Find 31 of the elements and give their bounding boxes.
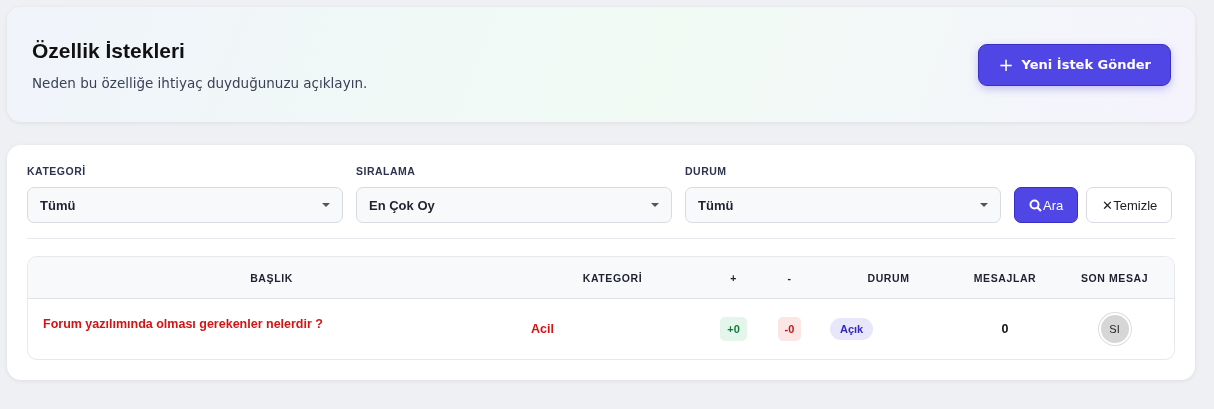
close-icon: ✕ <box>1102 197 1114 213</box>
caret-icon <box>980 203 988 207</box>
select-field[interactable]: Tümü <box>685 187 1001 223</box>
select-field[interactable]: Tümü <box>27 187 343 223</box>
column-header: - <box>786 271 793 284</box>
filter-label: KATEGORİ <box>27 165 87 177</box>
search-button[interactable]: Ara <box>1014 187 1079 223</box>
avatar: SI <box>1098 313 1131 345</box>
upvote-badge: +0 <box>720 317 747 341</box>
clear-button[interactable]: ✕Temizle <box>1086 187 1173 223</box>
page-title: Özellik İstekleri <box>32 38 186 63</box>
column-header: SON MESAJ <box>1079 271 1150 284</box>
search-icon <box>1029 198 1042 212</box>
category-cell-text: Acil <box>530 322 554 336</box>
column-header: DURUM <box>866 271 911 284</box>
column-header: MESAJLAR <box>972 271 1038 284</box>
select-field[interactable]: En Çok Oy <box>356 187 672 223</box>
column-header: BAŞLIK <box>249 271 294 284</box>
message-count: 0 <box>1001 322 1009 336</box>
page-subtitle: Neden bu özelliğe ihtiyaç duyduğunuzu açıklayın. <box>32 74 368 91</box>
column-header: KATEGORİ <box>581 271 644 284</box>
request-title-link[interactable]: Forum yazılımında olması gerekenler nelerdir ? <box>28 317 515 331</box>
new-request-button[interactable]: + Yeni İstek Gönder <box>978 43 1171 86</box>
column-header: + <box>729 271 738 284</box>
status-badge: Açık <box>830 318 874 340</box>
filter-label: DURUM <box>685 165 728 177</box>
caret-icon <box>651 203 659 207</box>
plus-icon: + <box>998 54 1014 75</box>
filter-label: SIRALAMA <box>356 165 417 177</box>
downvote-badge: -0 <box>777 317 802 341</box>
caret-icon <box>322 203 330 207</box>
